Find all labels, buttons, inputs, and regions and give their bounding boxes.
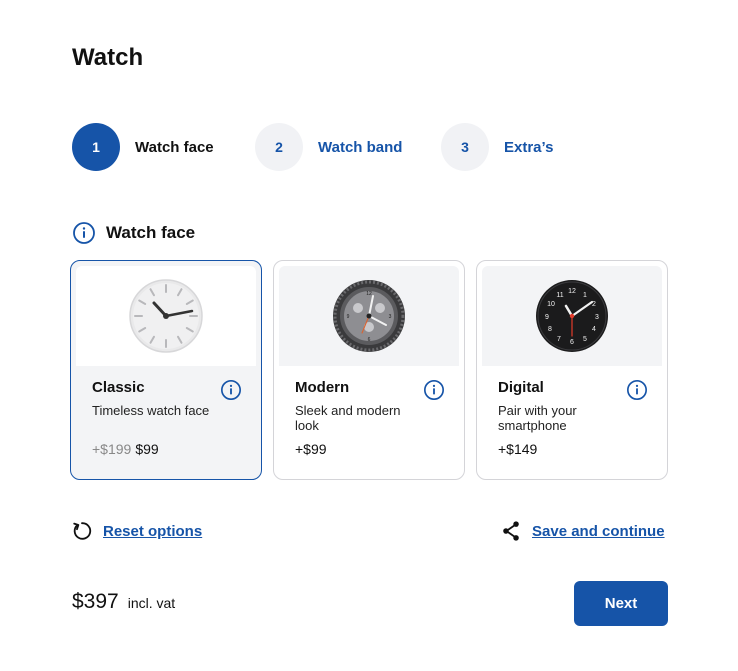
page-title: Watch <box>72 44 144 71</box>
svg-text:12: 12 <box>568 288 576 295</box>
option-name: Digital <box>498 379 544 396</box>
svg-text:6: 6 <box>570 339 574 346</box>
step-label: Watch face <box>135 138 214 156</box>
svg-text:5: 5 <box>583 336 587 343</box>
vat-label: incl. vat <box>127 595 176 611</box>
option-price: +$149 <box>498 441 538 457</box>
svg-text:4: 4 <box>592 326 596 333</box>
step-label: Watch band <box>318 138 403 156</box>
step-number: 1 <box>72 123 120 171</box>
option-name: Classic <box>92 379 145 396</box>
option-card-digital[interactable]: 12 1 2 3 4 5 6 7 8 9 10 11 Digital Pair … <box>476 260 668 480</box>
save-and-continue-link[interactable]: Save and continue <box>532 523 665 540</box>
svg-text:10: 10 <box>547 301 555 308</box>
svg-text:6: 6 <box>368 337 371 343</box>
reset-options-link[interactable]: Reset options <box>103 523 202 540</box>
option-price: +$99 <box>295 441 327 457</box>
reset-icon <box>73 522 92 540</box>
step-indicator: 1 Watch face 2 Watch band 3 Extra’s <box>72 123 672 171</box>
option-card-classic[interactable]: Classic Timeless watch face +$199 $99 <box>70 260 262 480</box>
info-icon[interactable] <box>423 379 445 401</box>
option-image: 12 1 2 3 4 5 6 7 8 9 10 11 <box>482 266 662 366</box>
section-heading: Watch face <box>72 220 195 246</box>
share-icon <box>503 521 519 541</box>
option-price: +$199 $99 <box>92 441 159 457</box>
section-title: Watch face <box>106 223 196 242</box>
svg-text:8: 8 <box>548 326 552 333</box>
option-name: Modern <box>295 379 350 396</box>
svg-text:9: 9 <box>545 314 549 321</box>
total-amount: $397 <box>72 590 119 613</box>
svg-text:1: 1 <box>583 292 587 299</box>
step-watch-band[interactable]: 2 Watch band <box>255 123 402 171</box>
option-old-price: +$199 <box>92 441 132 457</box>
step-label: Extra’s <box>504 138 554 156</box>
info-icon[interactable] <box>220 379 242 401</box>
svg-text:3: 3 <box>389 314 392 320</box>
step-number: 2 <box>255 123 303 171</box>
digital-watch-face-image: 12 1 2 3 4 5 6 7 8 9 10 11 <box>536 280 608 352</box>
svg-text:11: 11 <box>556 292 563 299</box>
total-price: $397 incl. vat <box>72 590 175 614</box>
save-and-continue[interactable]: Save and continue <box>500 520 665 542</box>
info-icon[interactable] <box>72 221 96 245</box>
option-image <box>76 266 256 366</box>
option-image: 12 3 6 9 <box>279 266 459 366</box>
svg-text:3: 3 <box>595 314 599 321</box>
option-description: Timeless watch face <box>92 403 210 418</box>
step-number: 3 <box>441 123 489 171</box>
option-new-price: $99 <box>135 441 159 457</box>
modern-watch-face-image: 12 3 6 9 <box>333 280 405 352</box>
info-icon[interactable] <box>626 379 648 401</box>
step-extras[interactable]: 3 Extra’s <box>441 123 553 171</box>
option-card-modern[interactable]: 12 3 6 9 Modern Sleek and modern look +$… <box>273 260 465 480</box>
next-button[interactable]: Next <box>574 581 668 626</box>
reset-options[interactable]: Reset options <box>71 520 202 542</box>
step-watch-face[interactable]: 1 Watch face <box>72 123 214 171</box>
option-description: Pair with your smartphone <box>498 403 577 433</box>
svg-text:12: 12 <box>366 291 372 297</box>
svg-text:9: 9 <box>347 314 350 320</box>
svg-text:7: 7 <box>557 336 561 343</box>
classic-watch-face-image <box>129 279 203 353</box>
option-description: Sleek and modern look <box>295 403 401 433</box>
